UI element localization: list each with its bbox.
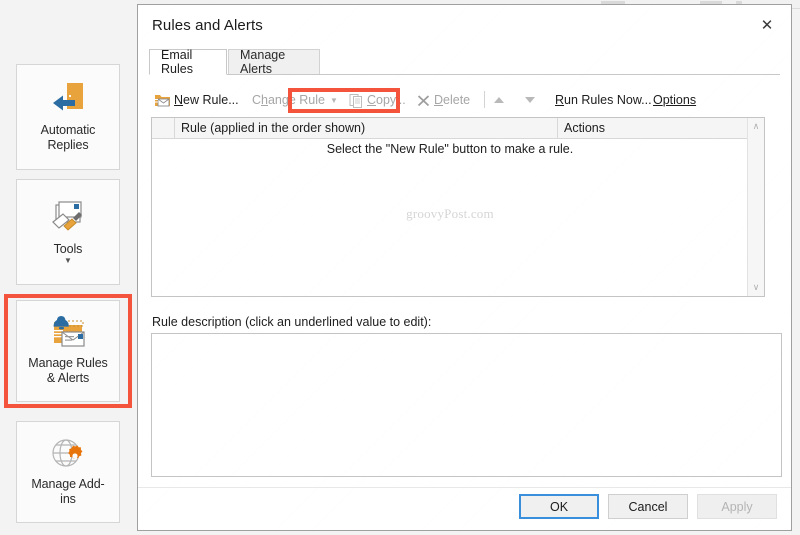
tools-icon	[45, 200, 91, 236]
column-header-actions[interactable]: Actions	[558, 118, 748, 138]
sidebar-item-label: Manage Add-	[31, 477, 105, 491]
sidebar-item-label: ins	[60, 492, 76, 506]
sidebar-item-label: Tools	[53, 242, 83, 256]
toolbar-divider	[484, 91, 485, 108]
delete-label: elete	[443, 93, 471, 107]
column-header-rule[interactable]: Rule (applied in the order shown)	[175, 118, 557, 138]
delete-x-icon	[416, 93, 431, 108]
ok-button[interactable]: OK	[519, 494, 599, 519]
triangle-up-icon	[494, 97, 504, 103]
dialog-title: Rules and Alerts	[152, 17, 263, 34]
run-rules-accel: R	[555, 93, 565, 107]
paper-texture	[152, 334, 781, 476]
rule-description-box[interactable]	[151, 333, 782, 477]
new-rule-button[interactable]: New Rule...	[154, 87, 239, 113]
scroll-up-icon[interactable]: ∧	[748, 118, 764, 135]
copy-label: opy...	[376, 93, 406, 107]
sidebar-item-label: Replies	[47, 138, 89, 152]
change-rule-accel: h	[261, 93, 268, 107]
watermark: groovyPost.com	[406, 206, 494, 221]
cancel-button[interactable]: Cancel	[608, 494, 688, 519]
tab-strip: Email Rules Manage Alerts	[149, 48, 780, 76]
triangle-down-icon	[525, 97, 535, 103]
automatic-replies-icon	[45, 81, 91, 117]
tab-email-rules[interactable]: Email Rules	[149, 48, 227, 76]
copy-accel: C	[367, 93, 377, 107]
backstage-sidebar: Automatic Replies Tools ▼ Manage Rules &…	[0, 0, 137, 535]
copy-button[interactable]: Copy...	[349, 87, 406, 113]
sidebar-item-label: & Alerts	[46, 371, 90, 385]
manage-addins-icon	[45, 437, 91, 471]
chevron-down-icon: ▼	[329, 95, 338, 105]
change-rule-label: ange Rule	[267, 93, 325, 107]
manage-rules-alerts-icon	[43, 316, 93, 350]
options-button[interactable]: Options	[653, 87, 696, 113]
options-accel: O	[653, 93, 663, 107]
change-rule-pre: C	[252, 93, 262, 107]
delete-button[interactable]: Delete	[416, 87, 470, 113]
rules-and-alerts-dialog: Rules and Alerts ✕ Email Rules Manage Al…	[137, 4, 792, 531]
tab-underline	[149, 74, 780, 75]
chevron-down-icon[interactable]: ▼	[64, 257, 72, 265]
apply-button: Apply	[697, 494, 777, 519]
run-rules-now-button[interactable]: Run Rules Now...	[555, 87, 652, 113]
sidebar-item-automatic-replies[interactable]: Automatic Replies	[16, 64, 120, 170]
rules-toolbar: New Rule... Ch ange Rule ▼ Copy... D ele…	[151, 87, 780, 113]
new-rule-accel: N	[174, 93, 184, 107]
rule-description-label: Rule description (click an underlined va…	[152, 315, 432, 329]
rules-list-header: Rule (applied in the order shown) Action…	[152, 118, 764, 139]
run-rules-label: un Rules Now...	[564, 93, 652, 107]
rules-list-empty-message: Select the "New Rule" button to make a r…	[326, 142, 574, 156]
footer-divider	[138, 487, 791, 488]
column-header-check[interactable]	[152, 118, 174, 138]
move-up-button[interactable]	[494, 87, 504, 113]
sidebar-item-tools[interactable]: Tools ▼	[16, 179, 120, 285]
sidebar-item-manage-rules-alerts[interactable]: Manage Rules & Alerts	[16, 300, 120, 402]
change-rule-button[interactable]: Ch ange Rule ▼	[252, 87, 338, 113]
new-rule-label: ew Rule...	[183, 93, 239, 107]
options-label: ptions	[662, 93, 697, 107]
sidebar-item-manage-addins[interactable]: Manage Add- ins	[16, 421, 120, 523]
move-down-button[interactable]	[525, 87, 535, 113]
tab-manage-alerts[interactable]: Manage Alerts	[228, 48, 320, 76]
screenshot-root: Automatic Replies Tools ▼ Manage Rules &…	[0, 0, 800, 535]
delete-accel: D	[434, 93, 444, 107]
rules-list: Rule (applied in the order shown) Action…	[151, 117, 765, 297]
copy-pages-icon	[349, 93, 364, 108]
rules-list-scrollbar[interactable]: ∧ ∨	[747, 118, 764, 296]
close-icon[interactable]: ✕	[749, 11, 785, 39]
sidebar-item-label: Automatic	[40, 123, 96, 137]
sidebar-item-label: Manage Rules	[28, 356, 108, 370]
scroll-down-icon[interactable]: ∨	[748, 279, 764, 296]
new-rule-folder-icon	[154, 93, 171, 108]
